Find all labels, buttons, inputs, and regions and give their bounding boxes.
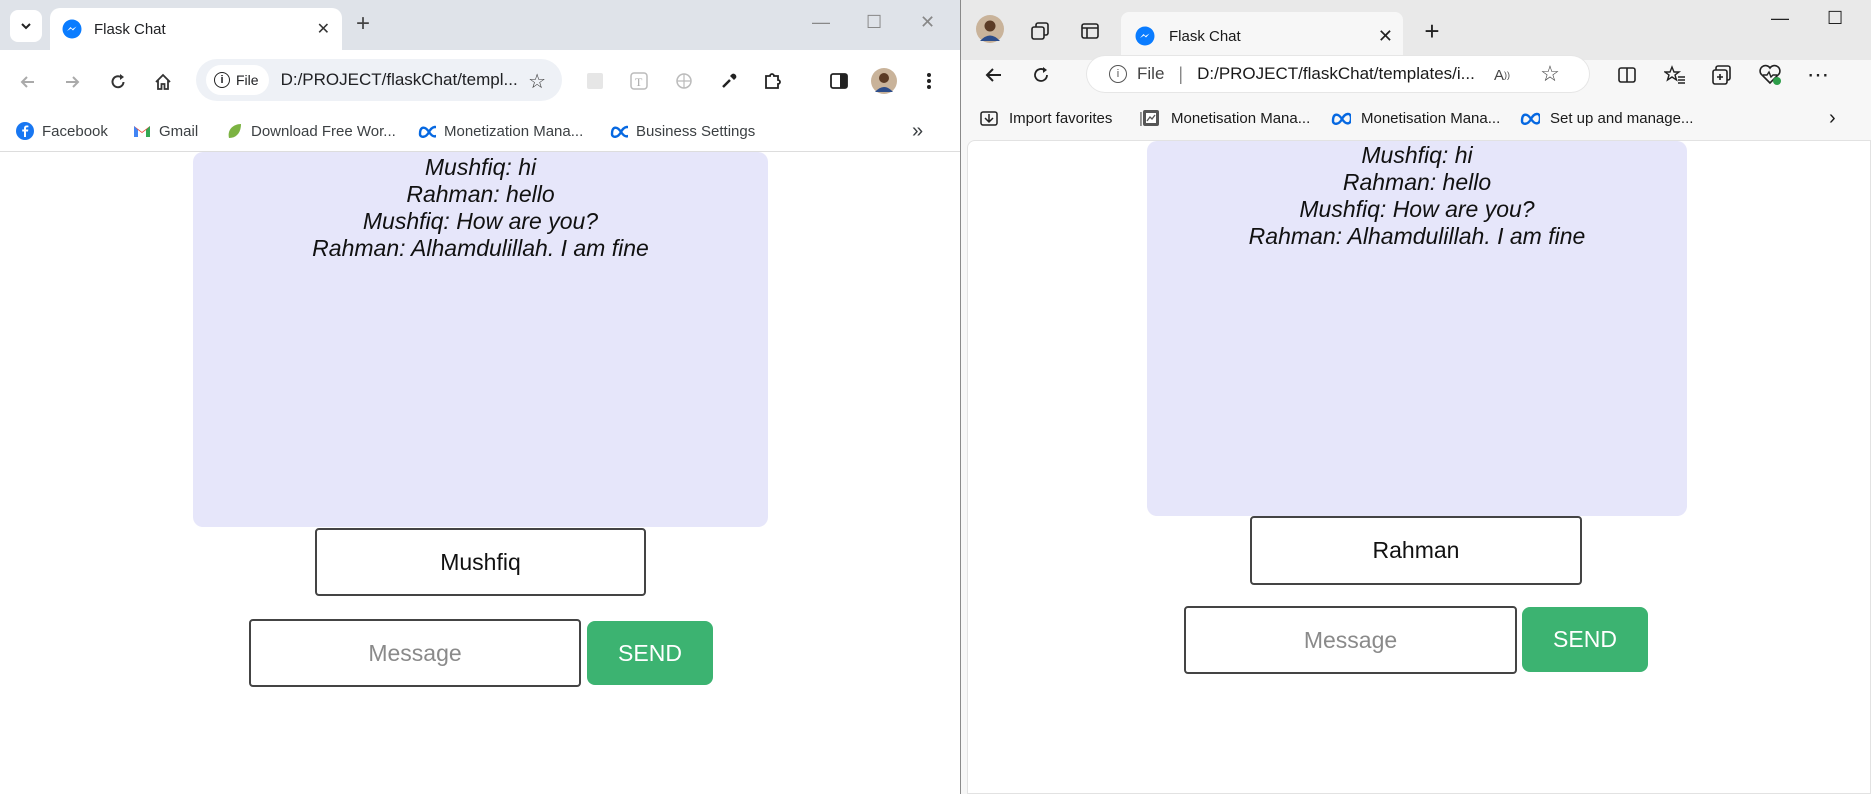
more-favorites-chevron-icon[interactable]: › bbox=[1829, 104, 1836, 132]
bookmark-business-settings[interactable]: Business Settings bbox=[610, 116, 755, 146]
message-input[interactable] bbox=[1184, 606, 1517, 674]
chat-message: Rahman: hello bbox=[406, 181, 555, 207]
back-button[interactable] bbox=[979, 60, 1009, 90]
chat-message: Rahman: Alhamdulillah. I am fine bbox=[312, 235, 649, 261]
arrow-left-icon bbox=[985, 68, 1001, 82]
text-extension-icon[interactable]: T bbox=[626, 68, 652, 94]
chat-message: Mushfiq: How are you? bbox=[362, 208, 599, 234]
page-icon bbox=[1141, 108, 1161, 128]
chrome-address-bar[interactable]: i File D:/PROJECT/flaskChat/templ... ☆ bbox=[196, 59, 562, 101]
bookmark-facebook[interactable]: Facebook bbox=[16, 116, 108, 146]
leaf-icon bbox=[225, 122, 243, 140]
address-separator: | bbox=[1178, 63, 1184, 84]
new-tab-button[interactable]: + bbox=[1417, 16, 1447, 46]
url-text[interactable]: D:/PROJECT/flaskChat/templ... bbox=[281, 70, 518, 90]
close-window-button[interactable]: ✕ bbox=[920, 12, 935, 33]
edge-window: Flask Chat ✕ + — ☐ i File | D:/PROJECT/f… bbox=[961, 0, 1871, 794]
messenger-icon bbox=[62, 19, 82, 39]
profile-avatar[interactable] bbox=[871, 68, 897, 94]
read-aloud-icon[interactable]: A)) bbox=[1487, 60, 1517, 90]
tab-title: Flask Chat bbox=[94, 20, 166, 38]
extensions-puzzle-icon[interactable] bbox=[760, 68, 786, 94]
chat-messages-box: Mushfiq: hi Rahman: hello Mushfiq: How a… bbox=[193, 152, 768, 527]
info-icon: i bbox=[214, 72, 230, 88]
chrome-window: Flask Chat ✕ + — ☐ ✕ i File D:/PROJECT/f… bbox=[0, 0, 961, 794]
meta-icon bbox=[418, 122, 436, 140]
file-label: File bbox=[236, 72, 259, 88]
chat-message: Rahman: hello bbox=[1342, 169, 1492, 195]
meta-icon bbox=[1520, 108, 1540, 128]
split-screen-icon[interactable] bbox=[1612, 60, 1642, 90]
refresh-button[interactable] bbox=[1026, 60, 1056, 90]
chrome-menu-icon[interactable] bbox=[916, 68, 942, 94]
more-bookmarks-chevron-icon[interactable]: » bbox=[912, 116, 923, 146]
collections-icon[interactable] bbox=[1707, 60, 1737, 90]
reload-icon bbox=[1034, 67, 1048, 82]
chevron-down-icon bbox=[21, 23, 31, 30]
facebook-icon bbox=[16, 122, 34, 140]
close-tab-icon[interactable]: ✕ bbox=[317, 19, 330, 39]
arrow-left-icon bbox=[20, 76, 34, 88]
chat-message: Rahman: Alhamdulillah. I am fine bbox=[1248, 223, 1586, 249]
extension-faded-icon[interactable] bbox=[582, 68, 608, 94]
back-button[interactable] bbox=[14, 68, 42, 96]
workspaces-icon[interactable] bbox=[1025, 16, 1055, 46]
username-display: Mushfiq bbox=[315, 528, 646, 596]
settings-more-icon[interactable]: ⋯ bbox=[1803, 60, 1833, 90]
favorites-icon[interactable] bbox=[1660, 60, 1690, 90]
bookmark-monetization[interactable]: Monetization Mana... bbox=[418, 116, 583, 146]
username-display: Rahman bbox=[1250, 516, 1582, 585]
send-button[interactable]: SEND bbox=[1522, 607, 1648, 672]
new-tab-button[interactable]: + bbox=[356, 12, 370, 36]
close-tab-icon[interactable]: ✕ bbox=[1378, 26, 1393, 47]
globe-extension-icon[interactable] bbox=[671, 68, 697, 94]
favorite-import[interactable]: Import favorites bbox=[979, 104, 1112, 132]
forward-button[interactable] bbox=[58, 68, 86, 96]
messenger-icon bbox=[1135, 26, 1155, 46]
tab-search-button[interactable] bbox=[10, 10, 42, 42]
bookmark-gmail[interactable]: Gmail bbox=[133, 116, 198, 146]
message-input[interactable] bbox=[249, 619, 581, 687]
reload-icon bbox=[111, 74, 125, 89]
star-icon[interactable]: ☆ bbox=[528, 69, 546, 94]
arrow-right-icon bbox=[66, 76, 80, 88]
browser-essentials-icon[interactable] bbox=[1755, 60, 1785, 90]
favorite-star-icon[interactable]: ☆ bbox=[1535, 59, 1565, 89]
meta-icon bbox=[610, 122, 628, 140]
minimize-button[interactable]: — bbox=[1771, 8, 1789, 29]
edge-profile-avatar[interactable] bbox=[975, 14, 1005, 44]
maximize-button[interactable]: ☐ bbox=[1827, 8, 1843, 29]
vertical-tabs-icon[interactable] bbox=[1075, 16, 1105, 46]
chat-message: Mushfiq: How are you? bbox=[1299, 196, 1535, 222]
import-icon bbox=[979, 108, 999, 128]
favorite-set-up-manage[interactable]: Set up and manage... bbox=[1520, 104, 1693, 132]
eyedropper-icon[interactable] bbox=[716, 68, 742, 94]
home-button[interactable] bbox=[149, 68, 177, 96]
favorite-monetisation-2[interactable]: Monetisation Mana... bbox=[1331, 104, 1500, 132]
minimize-button[interactable]: — bbox=[812, 12, 830, 33]
chat-message: Mushfiq: hi bbox=[1361, 142, 1473, 168]
file-label: File bbox=[1137, 64, 1165, 83]
chat-messages-box: Mushfiq: hi Rahman: hello Mushfiq: How a… bbox=[1147, 141, 1687, 516]
reload-button[interactable] bbox=[104, 68, 132, 96]
edge-tab-flask-chat[interactable]: Flask Chat ✕ bbox=[1121, 12, 1403, 60]
meta-icon bbox=[1331, 108, 1351, 128]
home-icon bbox=[155, 73, 171, 90]
tab-title: Flask Chat bbox=[1169, 27, 1241, 45]
favorite-monetisation-1[interactable]: Monetisation Mana... bbox=[1141, 104, 1310, 132]
chat-message: Mushfiq: hi bbox=[424, 154, 537, 180]
gmail-icon bbox=[133, 122, 151, 140]
side-panel-icon[interactable] bbox=[826, 68, 852, 94]
chrome-tab-flask-chat[interactable]: Flask Chat ✕ bbox=[50, 8, 342, 50]
site-info-chip[interactable]: i File bbox=[206, 65, 269, 95]
info-icon[interactable]: i bbox=[1109, 65, 1127, 83]
bookmark-download-free[interactable]: Download Free Wor... bbox=[225, 116, 396, 146]
url-text[interactable]: D:/PROJECT/flaskChat/templates/i... bbox=[1197, 64, 1475, 84]
send-button[interactable]: SEND bbox=[587, 621, 713, 685]
maximize-button[interactable]: ☐ bbox=[866, 12, 882, 33]
svg-text:T: T bbox=[635, 75, 643, 89]
